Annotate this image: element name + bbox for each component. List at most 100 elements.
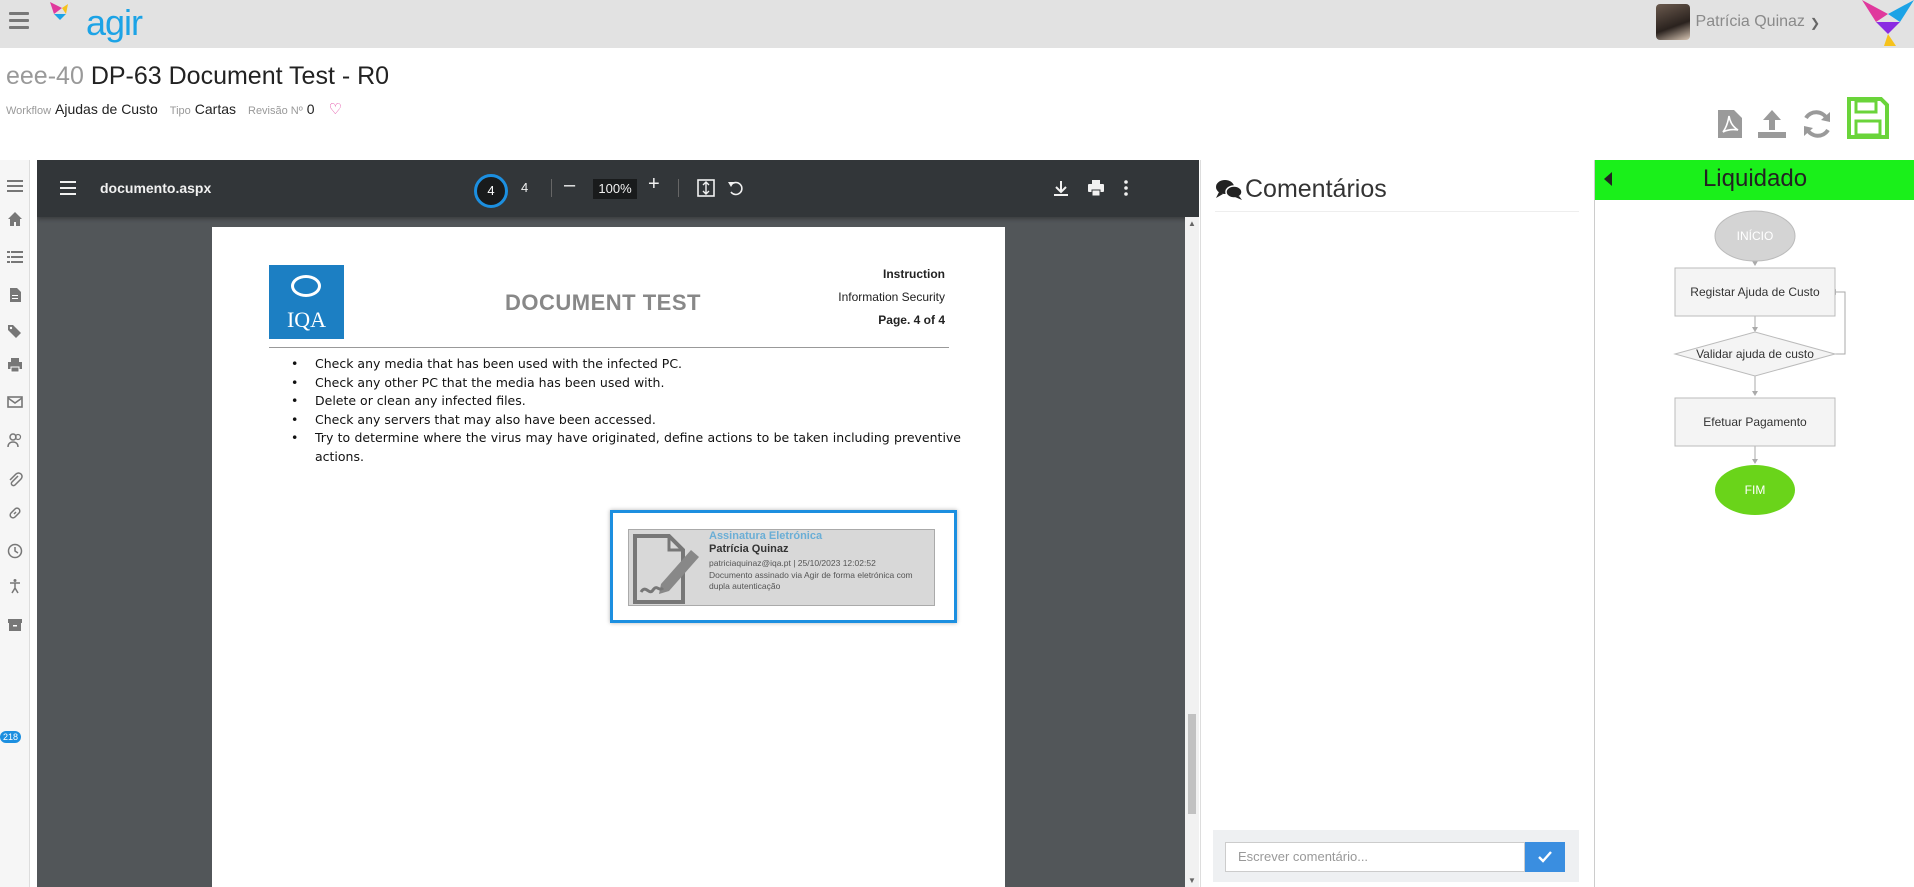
menu-icon[interactable] xyxy=(7,178,23,194)
user-menu[interactable]: Patrícia Quinaz ❯ xyxy=(1655,2,1820,42)
pdf-menu-button[interactable] xyxy=(60,181,76,199)
pdf-export-icon[interactable] xyxy=(1716,108,1744,140)
document-heading: DOCUMENT TEST xyxy=(505,290,701,315)
document-actions xyxy=(1716,96,1890,140)
download-icon[interactable] xyxy=(1053,179,1069,197)
fit-page-icon[interactable] xyxy=(697,179,715,197)
rotate-icon[interactable] xyxy=(727,179,745,197)
refresh-icon[interactable] xyxy=(1800,108,1834,140)
document-meta: Workflow Ajudas de Custo Tipo Cartas Rev… xyxy=(6,100,342,118)
signature-pen-icon xyxy=(633,534,699,604)
notification-badge: 218 xyxy=(0,731,22,743)
logo-text: agir xyxy=(86,2,143,43)
header-instruction: Instruction xyxy=(883,267,945,281)
envelope-icon[interactable] xyxy=(7,394,23,410)
iqa-logo: IQA xyxy=(269,265,344,339)
agir-bird-icon xyxy=(50,2,68,20)
more-options-icon[interactable] xyxy=(1123,179,1129,197)
document-code: eee-40 xyxy=(6,62,84,90)
zoom-in-button[interactable]: + xyxy=(648,173,660,196)
main-menu-button[interactable] xyxy=(9,12,29,30)
list-icon[interactable] xyxy=(7,249,23,265)
check-icon xyxy=(1538,850,1552,863)
electronic-signature-field[interactable]: Assinatura Eletrónica Patrícia Quinaz pa… xyxy=(610,510,957,623)
document-icon[interactable] xyxy=(7,287,23,303)
signature-email-date: patriciaquinaz@iqa.pt | 25/10/2023 12:02… xyxy=(709,558,876,568)
pdf-page: IQA DOCUMENT TEST Instruction Informatio… xyxy=(212,227,1005,887)
list-item: Check any servers that may also have bee… xyxy=(269,411,961,430)
svg-text:Efetuar Pagamento: Efetuar Pagamento xyxy=(1703,415,1807,429)
header-information-security: Information Security xyxy=(838,290,945,304)
save-icon[interactable] xyxy=(1846,96,1890,140)
iqa-logo-text: IQA xyxy=(286,307,327,332)
upload-icon[interactable] xyxy=(1756,108,1788,140)
workflow-status-header[interactable]: Liquidado xyxy=(1595,160,1914,200)
user-name: Patrícia Quinaz xyxy=(1695,13,1805,30)
list-item: Check any media that has been used with … xyxy=(269,355,961,374)
print-icon[interactable] xyxy=(1087,179,1105,197)
paperclip-icon[interactable] xyxy=(7,471,23,487)
avatar xyxy=(1655,4,1690,40)
list-item: Delete or clean any infected files. xyxy=(269,392,961,411)
type-value: Cartas xyxy=(194,101,236,117)
pdf-scrollbar[interactable]: ▲ ▼ xyxy=(1185,217,1199,887)
list-item: Try to determine where the virus may hav… xyxy=(269,429,961,466)
archive-icon[interactable] xyxy=(7,617,23,633)
home-icon[interactable] xyxy=(7,211,23,227)
svg-text:FIM: FIM xyxy=(1745,483,1766,497)
document-title: DP-63 Document Test - R0 xyxy=(90,62,390,90)
revision-label: Revisão Nº xyxy=(248,105,303,117)
left-rail: 218 xyxy=(0,160,30,887)
accessibility-icon[interactable] xyxy=(7,578,23,594)
header-page-number: Page. 4 of 4 xyxy=(878,313,945,327)
document-header-info: Instruction Information Security Page. 4… xyxy=(838,263,945,332)
link-icon[interactable] xyxy=(7,505,23,521)
print-icon[interactable] xyxy=(7,357,23,373)
clock-icon[interactable] xyxy=(7,543,23,559)
signature-description: Documento assinado via Agir de forma ele… xyxy=(709,570,913,591)
workflow-node-register[interactable]: Registar Ajuda de Custo xyxy=(1674,267,1836,317)
type-label: Tipo xyxy=(169,105,191,117)
toolbar-divider xyxy=(551,179,552,197)
send-comment-button[interactable] xyxy=(1525,842,1565,872)
comments-header: Comentários xyxy=(1215,168,1579,212)
workflow-node-payment[interactable]: Efetuar Pagamento xyxy=(1674,397,1836,447)
comments-icon xyxy=(1216,179,1243,200)
svg-text:Validar ajuda de custo: Validar ajuda de custo xyxy=(1696,347,1814,361)
workflow-value: Ajudas de Custo xyxy=(55,101,158,117)
svg-text:Registar Ajuda de Custo: Registar Ajuda de Custo xyxy=(1690,285,1820,299)
favorite-heart-icon[interactable]: ♡ xyxy=(329,100,342,118)
page-title: eee-40 DP-63 Document Test - R0 xyxy=(6,62,389,91)
zoom-input[interactable]: 100% xyxy=(593,179,637,199)
tags-icon[interactable] xyxy=(7,323,23,339)
comments-title: Comentários xyxy=(1245,175,1387,203)
bullet-list: Check any media that has been used with … xyxy=(269,355,961,466)
zoom-out-button[interactable]: – xyxy=(564,174,575,197)
scrollbar-thumb[interactable] xyxy=(1188,714,1196,814)
revision-value: 0 xyxy=(306,101,315,117)
page-total: 4 xyxy=(521,180,529,195)
top-bar: agir Patrícia Quinaz ❯ xyxy=(0,0,1914,48)
workflow-node-validate[interactable]: Validar ajuda de custo xyxy=(1673,331,1837,377)
scroll-up-arrow-icon[interactable]: ▲ xyxy=(1188,219,1196,228)
svg-text:INÍCIO: INÍCIO xyxy=(1737,228,1774,243)
brand-corner-logo xyxy=(1862,0,1914,46)
comments-panel: Comentários Escrever comentário... xyxy=(1200,160,1593,887)
pdf-filename: documento.aspx xyxy=(100,180,212,196)
chevron-down-icon: ❯ xyxy=(1809,16,1820,30)
workflow-label: Workflow xyxy=(6,105,52,117)
pdf-toolbar: documento.aspx 4 4 – 100% + xyxy=(37,160,1199,217)
workflow-node-end[interactable]: FIM xyxy=(1715,465,1795,515)
workflow-diagram: INÍCIO Registar Ajuda de Custo Validar a… xyxy=(1673,210,1846,515)
comment-composer: Escrever comentário... xyxy=(1213,830,1579,882)
signature-name: Patrícia Quinaz xyxy=(709,543,789,555)
list-item: Check any other PC that the media has be… xyxy=(269,374,961,393)
scroll-down-arrow-icon[interactable]: ▼ xyxy=(1188,876,1196,885)
signature-stamp: Assinatura Eletrónica Patrícia Quinaz pa… xyxy=(628,529,935,606)
users-icon[interactable] xyxy=(7,432,23,448)
pdf-viewer: documento.aspx 4 4 – 100% + IQA DOCUMENT… xyxy=(37,160,1199,887)
workflow-panel: Liquidado INÍCIO Registar Ajuda de Custo… xyxy=(1594,160,1914,887)
page-number-input[interactable]: 4 xyxy=(474,174,508,208)
workflow-node-start[interactable]: INÍCIO xyxy=(1714,210,1796,262)
comment-input[interactable]: Escrever comentário... xyxy=(1225,842,1525,872)
